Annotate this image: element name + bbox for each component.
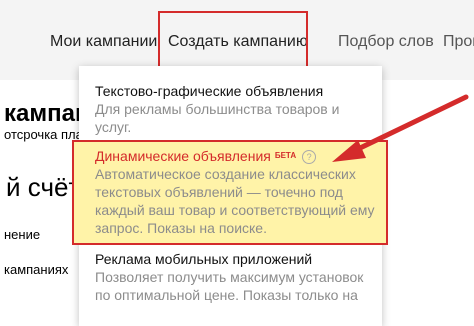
annotation-arrow-icon — [332, 94, 469, 162]
